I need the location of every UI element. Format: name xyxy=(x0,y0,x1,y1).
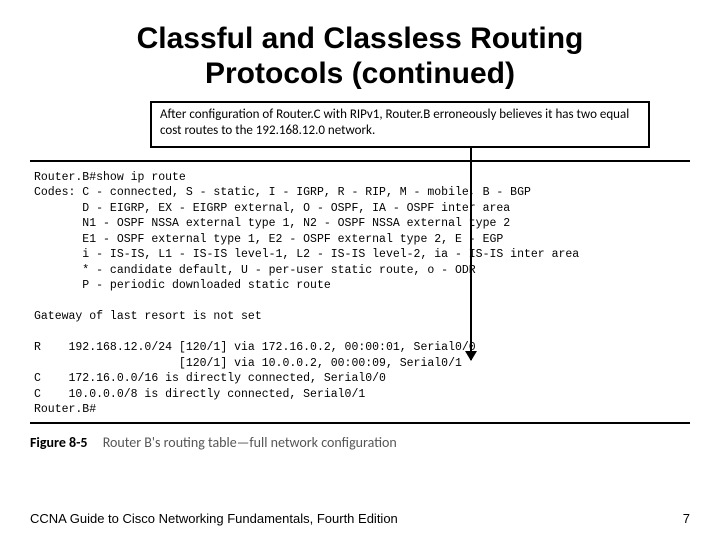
figure-number: Figure 8-5 xyxy=(30,434,88,451)
terminal-output: Router.B#show ip route Codes: C - connec… xyxy=(34,170,686,418)
slide-title: Classful and Classless Routing Protocols… xyxy=(70,22,650,91)
figure-description: Router B's routing table—full network co… xyxy=(103,434,397,451)
callout-box: After configuration of Router.C with RIP… xyxy=(150,101,650,148)
arrow-down-icon xyxy=(470,148,472,360)
footer: CCNA Guide to Cisco Networking Fundament… xyxy=(30,511,690,526)
callout-wrapper: After configuration of Router.C with RIP… xyxy=(150,101,650,148)
figure-caption: Figure 8-5 Router B's routing table—full… xyxy=(30,434,690,451)
footer-source: CCNA Guide to Cisco Networking Fundament… xyxy=(30,511,398,526)
page-number: 7 xyxy=(683,511,690,526)
slide: Classful and Classless Routing Protocols… xyxy=(0,0,720,540)
terminal-frame: Router.B#show ip route Codes: C - connec… xyxy=(30,160,690,424)
